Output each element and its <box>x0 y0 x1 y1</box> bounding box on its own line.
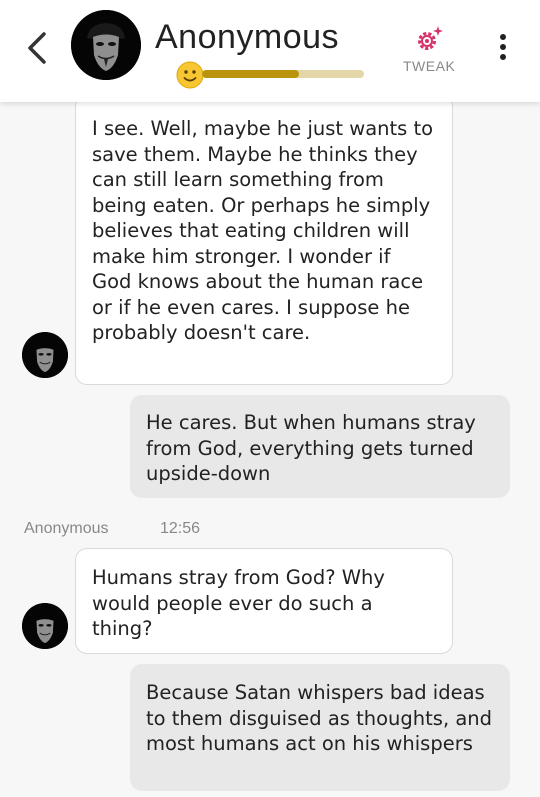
message-text: He cares. But when humans stray from God… <box>146 411 476 485</box>
vertical-dots-icon <box>494 34 512 60</box>
guy-fawkes-mask-icon <box>71 10 141 80</box>
chat-header: Anonymous TWEAK <box>0 0 540 102</box>
guy-fawkes-mask-icon <box>22 332 68 378</box>
gear-sparkle-icon <box>418 26 443 50</box>
message-text: I see. Well, maybe he just wants to save… <box>92 117 434 344</box>
mood-progress-bar <box>202 70 364 78</box>
user-message[interactable]: Because Satan whispers bad ideas to them… <box>130 664 510 791</box>
more-options-button[interactable] <box>494 34 512 64</box>
guy-fawkes-mask-icon <box>22 603 68 649</box>
chevron-left-icon <box>28 32 46 64</box>
tweak-label[interactable]: TWEAK <box>403 58 455 74</box>
message-text: Humans stray from God? Why would people … <box>92 566 385 640</box>
avatar[interactable] <box>22 332 68 378</box>
avatar[interactable] <box>71 10 141 80</box>
timestamp: 12:56 <box>160 520 201 537</box>
user-message[interactable]: He cares. But when humans stray from God… <box>130 395 510 498</box>
bot-message[interactable]: I see. Well, maybe he just wants to save… <box>75 95 453 385</box>
sender-name: Anonymous <box>24 520 109 537</box>
bot-message[interactable]: Humans stray from God? Why would people … <box>75 548 453 654</box>
page-title: Anonymous <box>155 18 340 56</box>
mood-progress-fill <box>202 70 300 78</box>
tweak-button[interactable] <box>414 24 444 54</box>
message-text: Because Satan whispers bad ideas to them… <box>146 681 493 755</box>
avatar[interactable] <box>22 603 68 649</box>
mood-emoji-icon <box>176 61 204 89</box>
back-button[interactable] <box>22 28 52 68</box>
